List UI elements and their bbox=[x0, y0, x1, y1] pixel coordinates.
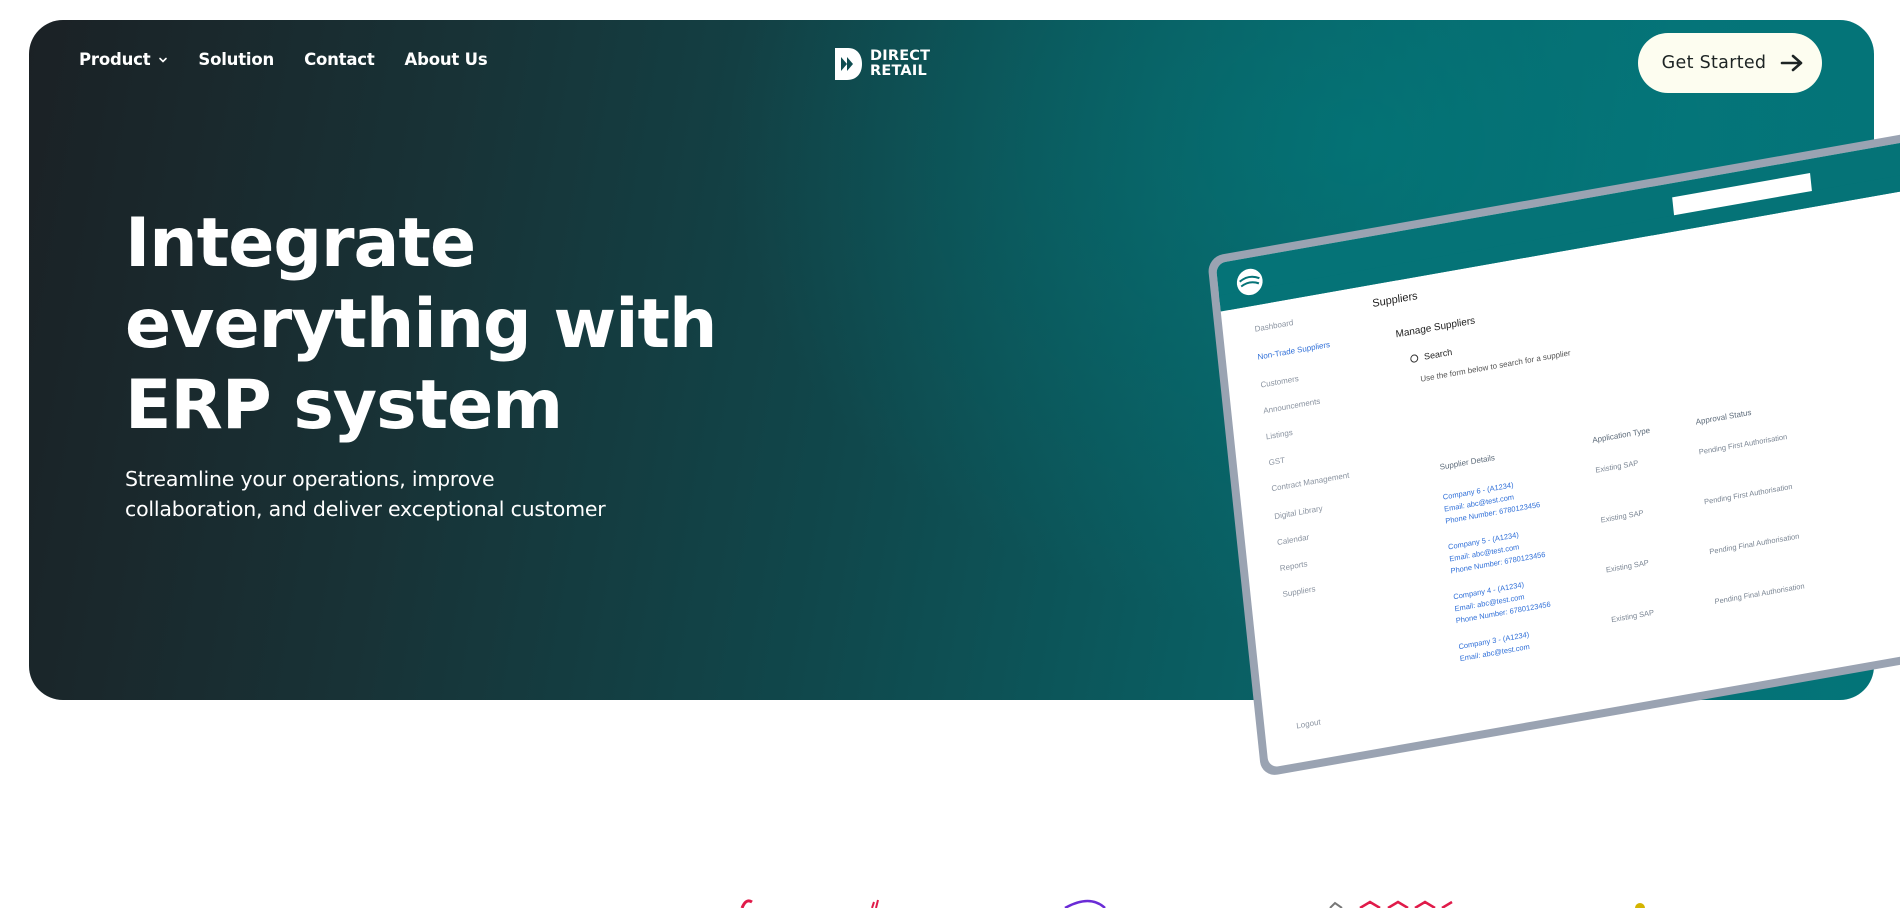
main-nav: Product Solution Contact About Us bbox=[79, 50, 517, 69]
nav-item-solution[interactable]: Solution bbox=[198, 50, 274, 69]
headline-line-3: ERP system bbox=[125, 366, 563, 445]
partner-logo-6 bbox=[1635, 903, 1645, 908]
partner-logo-4 bbox=[1329, 901, 1343, 908]
chevron-down-icon bbox=[159, 57, 168, 63]
brand-logo[interactable]: DIRECT RETAIL bbox=[832, 46, 930, 82]
subheading-line-2: collaboration, and deliver exceptional c… bbox=[125, 497, 606, 521]
hero-section: Product Solution Contact About Us DIRECT… bbox=[29, 20, 1874, 700]
partner-logo-1 bbox=[740, 899, 753, 908]
nav-item-label: About Us bbox=[404, 50, 488, 69]
hero-headline: Integrate everything with ERP system bbox=[125, 203, 825, 446]
direct-retail-logo-icon bbox=[835, 48, 862, 80]
nav-item-about[interactable]: About Us bbox=[405, 50, 488, 69]
mockup-logout: Logout bbox=[1296, 717, 1322, 730]
headline-line-1: Integrate bbox=[125, 204, 476, 283]
nav-item-label: Product bbox=[79, 50, 151, 69]
get-started-button[interactable]: Get Started bbox=[1638, 33, 1822, 93]
hero-subheading: Streamline your operations, improve coll… bbox=[125, 464, 645, 524]
nav-item-contact[interactable]: Contact bbox=[304, 50, 375, 69]
partner-logo-2 bbox=[871, 899, 879, 908]
headline-line-2: everything with bbox=[125, 285, 717, 364]
logo-wordmark: DIRECT RETAIL bbox=[870, 49, 930, 79]
nav-item-label: Solution bbox=[198, 50, 275, 69]
partner-logo-5 bbox=[1359, 900, 1453, 908]
logo-line-2: RETAIL bbox=[870, 63, 927, 79]
logo-line-1: DIRECT bbox=[870, 48, 931, 64]
partner-logos-strip bbox=[740, 899, 1645, 908]
arrow-right-icon bbox=[1781, 54, 1803, 72]
get-started-label: Get Started bbox=[1661, 53, 1767, 73]
subheading-line-1: Streamline your operations, improve bbox=[125, 467, 495, 491]
nav-item-label: Contact bbox=[304, 50, 375, 69]
nav-item-product[interactable]: Product bbox=[79, 50, 168, 69]
partner-logo-3 bbox=[1064, 899, 1106, 908]
